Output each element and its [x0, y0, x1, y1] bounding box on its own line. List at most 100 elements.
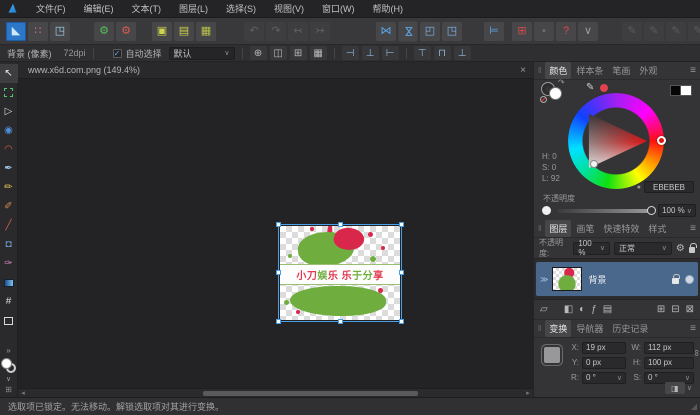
scroll-left-icon[interactable]: ◂ [18, 389, 28, 397]
hex-value-field[interactable]: EBEBEB [644, 181, 694, 193]
panel-grip-icon[interactable]: ‖ [538, 324, 541, 333]
develop-gear-icon[interactable]: ⚙ [94, 22, 114, 41]
align-middle-icon[interactable]: ⊓ [434, 46, 451, 60]
align-top-icon[interactable]: ⊤ [414, 46, 431, 60]
tab-外观[interactable]: 外观 [635, 62, 661, 79]
new-group-icon[interactable]: ⊟ [671, 304, 679, 315]
scroll-right-icon[interactable]: ▸ [523, 389, 533, 397]
tab-历史记录[interactable]: 历史记录 [608, 320, 652, 337]
swap-colors-icon[interactable]: ↷ [558, 78, 565, 87]
panel-menu-icon[interactable]: ≡ [690, 323, 696, 334]
pencil-tool[interactable]: ✏ [0, 178, 18, 197]
transform-field-w[interactable]: 112 px [644, 342, 694, 354]
panel-grip-icon[interactable]: ‖ [538, 66, 541, 75]
tools-overflow-icon[interactable]: » [6, 346, 10, 355]
layer-visibility-toggle[interactable] [685, 275, 694, 284]
designer-persona-icon[interactable]: ◣ [6, 22, 26, 41]
selection-handle[interactable] [399, 270, 404, 275]
tab-颜色[interactable]: 颜色 [545, 62, 571, 79]
menu-item-4[interactable]: 选择(S) [217, 0, 265, 18]
opacity-slider-thumb[interactable] [647, 206, 656, 215]
fill-background-swatch[interactable] [1, 358, 16, 373]
pixel-persona-icon[interactable]: ∷ [28, 22, 48, 41]
transform-origin-icon[interactable]: ⊕ [250, 46, 267, 60]
flip-vertical-icon[interactable]: ⋈ [399, 21, 418, 41]
sl-selector[interactable] [590, 160, 598, 168]
tab-图层[interactable]: 图层 [545, 220, 571, 237]
alignment-icon[interactable]: ⊨ [484, 22, 504, 41]
transform-mode-button[interactable]: ◨ [665, 382, 685, 394]
align-center-icon[interactable]: ⊥ [362, 46, 379, 60]
delete-layer-icon[interactable]: ⊠ [686, 304, 694, 315]
retouch-brush-tool[interactable]: ✑ [0, 254, 18, 273]
move-tool[interactable]: ↖ [0, 64, 18, 83]
snapping-icon[interactable]: ⊞ [512, 22, 532, 41]
live-filter-icon[interactable]: ▤ [603, 304, 612, 315]
document-tabstrip[interactable]: www.x6d.com.png (149.4%) × [18, 62, 533, 79]
crop-tool[interactable]: # [0, 292, 18, 311]
hex-picker-icon[interactable]: ● [637, 184, 641, 191]
selection-layer-icon[interactable]: ▦ [196, 22, 216, 41]
adjustment-layer-icon[interactable]: ◐ [579, 304, 585, 315]
selection-handle[interactable] [276, 319, 281, 324]
panel-menu-icon[interactable]: ≡ [690, 223, 696, 234]
snapping-dropdown-icon[interactable]: ∨ [578, 22, 598, 41]
menu-item-7[interactable]: 帮助(H) [364, 0, 413, 18]
duplicate-layer-icon[interactable]: ▱ [540, 304, 548, 315]
cycle-selection-box-icon[interactable]: ⊞ [290, 46, 307, 60]
selection-new-icon[interactable]: ▣ [152, 22, 172, 41]
resize-grip-icon[interactable]: ◢ [691, 402, 697, 411]
menu-item-5[interactable]: 视图(V) [265, 0, 313, 18]
horizontal-scrollbar[interactable]: ◂ ▸ [18, 388, 533, 397]
align-left-icon[interactable]: ⊣ [342, 46, 359, 60]
close-document-icon[interactable]: × [520, 65, 526, 76]
mask-layer-icon[interactable]: ◧ [564, 304, 573, 315]
panel-grip-icon[interactable]: ‖ [538, 224, 541, 233]
selection-handle[interactable] [276, 270, 281, 275]
move-to-back-icon[interactable]: ◰ [420, 22, 440, 41]
flip-horizontal-icon[interactable]: ⋈ [376, 22, 396, 41]
tab-样式[interactable]: 样式 [644, 220, 670, 237]
lock-layer-icon[interactable] [689, 247, 695, 253]
align-bottom-icon[interactable]: ⊥ [454, 46, 471, 60]
link-dimensions-icon[interactable]: ∞ [692, 350, 700, 356]
contour-tool[interactable]: ◠ [0, 140, 18, 159]
hue-selector[interactable] [657, 136, 666, 145]
layer-locked-icon[interactable] [672, 278, 679, 284]
clone-stamp-tool[interactable]: ◘ [0, 235, 18, 254]
swatch-dropdown-icon[interactable]: ∨ [6, 375, 11, 383]
transform-field-h[interactable]: 100 px [644, 357, 694, 369]
selection-handle[interactable] [338, 222, 343, 227]
tab-笔画[interactable]: 笔画 [608, 62, 634, 79]
pen-tool[interactable]: ✒ [0, 159, 18, 178]
transform-field-r[interactable]: 0 °∨ [582, 372, 626, 384]
menu-item-6[interactable]: 窗口(W) [313, 0, 364, 18]
flood-select-tool[interactable]: ◉ [0, 121, 18, 140]
assistant-icon[interactable]: ? [556, 22, 576, 41]
preset-select[interactable]: 默认 ∨ [169, 47, 235, 60]
gradient-tool[interactable] [0, 273, 18, 292]
black-white-swatches[interactable] [670, 85, 692, 96]
autoselect-checkbox[interactable]: ✓ [113, 49, 122, 58]
layer-effects-icon[interactable]: ƒ [591, 304, 597, 315]
align-right-icon[interactable]: ⊢ [382, 46, 399, 60]
move-to-front-icon[interactable]: ◳ [442, 22, 462, 41]
menu-item-0[interactable]: 文件(F) [27, 0, 75, 18]
new-layer-icon[interactable]: ⊞ [657, 304, 665, 315]
knife-tool[interactable]: ╱ [0, 216, 18, 235]
brush-tool[interactable]: ✐ [0, 197, 18, 216]
snapping-presets-icon[interactable]: ▪ [534, 22, 554, 41]
edit-gear-icon[interactable]: ⚙ [116, 22, 136, 41]
transform-field-y[interactable]: 0 px [582, 357, 626, 369]
hide-selection-icon[interactable]: ▦ [310, 46, 327, 60]
layer-name[interactable]: 背景 [588, 273, 606, 286]
menu-item-3[interactable]: 图层(L) [170, 0, 217, 18]
tab-样本条[interactable]: 样本条 [572, 62, 607, 79]
opacity-value-field[interactable]: 100 % ∨ [658, 204, 696, 217]
black-swatch[interactable] [670, 85, 681, 96]
tab-画笔[interactable]: 画笔 [572, 220, 598, 237]
node-tool[interactable]: ▷ [0, 102, 18, 121]
export-persona-icon[interactable]: ◳ [50, 22, 70, 41]
rectangle-tool[interactable] [0, 311, 18, 330]
tab-变换[interactable]: 变换 [545, 320, 571, 337]
